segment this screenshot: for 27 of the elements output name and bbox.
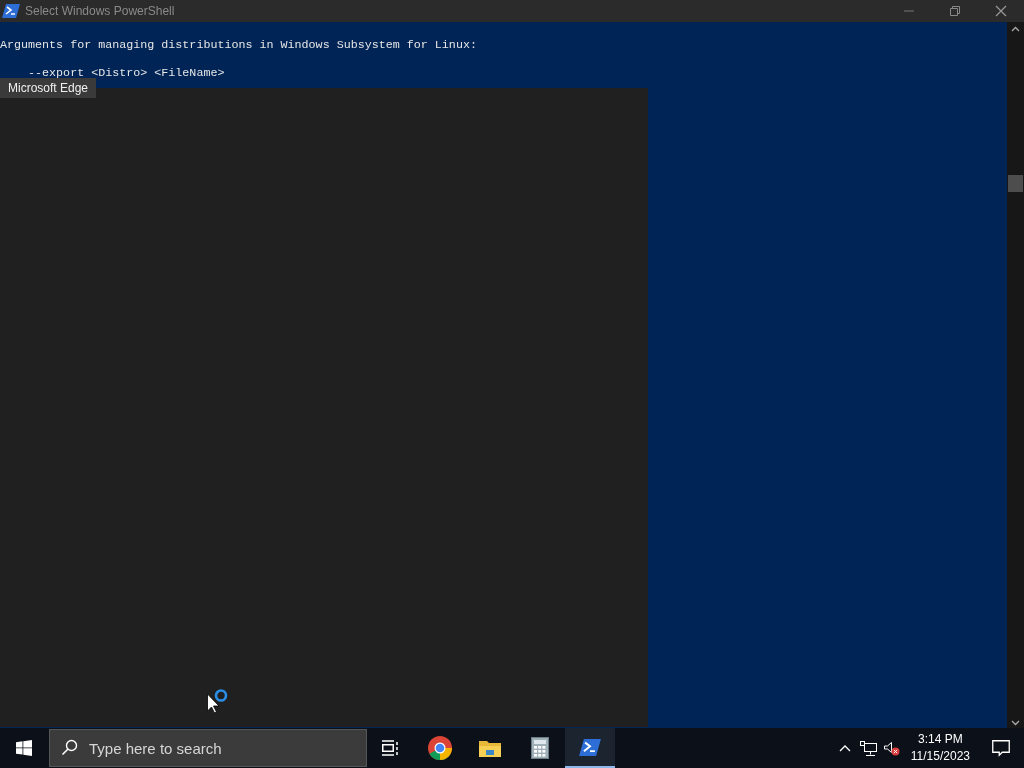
terminal-icon bbox=[2, 4, 20, 18]
scroll-down-icon[interactable] bbox=[1011, 720, 1020, 726]
terminal-icon bbox=[579, 738, 601, 756]
scroll-thumb[interactable] bbox=[1008, 175, 1023, 192]
window-title: Select Windows PowerShell bbox=[25, 4, 176, 18]
calculator-icon bbox=[531, 737, 549, 759]
network-icon bbox=[859, 740, 877, 756]
busy-cursor-icon bbox=[206, 688, 228, 716]
windows-logo-icon bbox=[16, 740, 32, 756]
browser-icon bbox=[428, 736, 452, 760]
speech-bubble-icon bbox=[992, 739, 1010, 757]
search-icon bbox=[61, 739, 78, 756]
terminal-line: Arguments for managing distributions in Windows Subsystem for Linux: bbox=[0, 38, 477, 52]
clock-button[interactable]: 3:14 PM 11/15/2023 bbox=[902, 728, 978, 768]
terminal-line: --export <Distro> <FileName> bbox=[27, 66, 225, 80]
close-icon bbox=[995, 5, 1007, 17]
window-label: Microsoft Edge bbox=[0, 78, 97, 98]
chevron-up-icon bbox=[839, 744, 852, 752]
scrollbar[interactable] bbox=[1007, 22, 1024, 728]
minimize-icon bbox=[904, 10, 914, 12]
folder-icon bbox=[478, 738, 502, 758]
muted-speaker-icon bbox=[882, 740, 900, 756]
search-field[interactable]: Type here to search bbox=[49, 729, 367, 767]
taskbar-app-button[interactable] bbox=[565, 728, 615, 768]
scroll-up-icon[interactable] bbox=[1011, 26, 1020, 32]
restore-icon bbox=[950, 6, 960, 16]
task-view-icon bbox=[381, 740, 399, 756]
